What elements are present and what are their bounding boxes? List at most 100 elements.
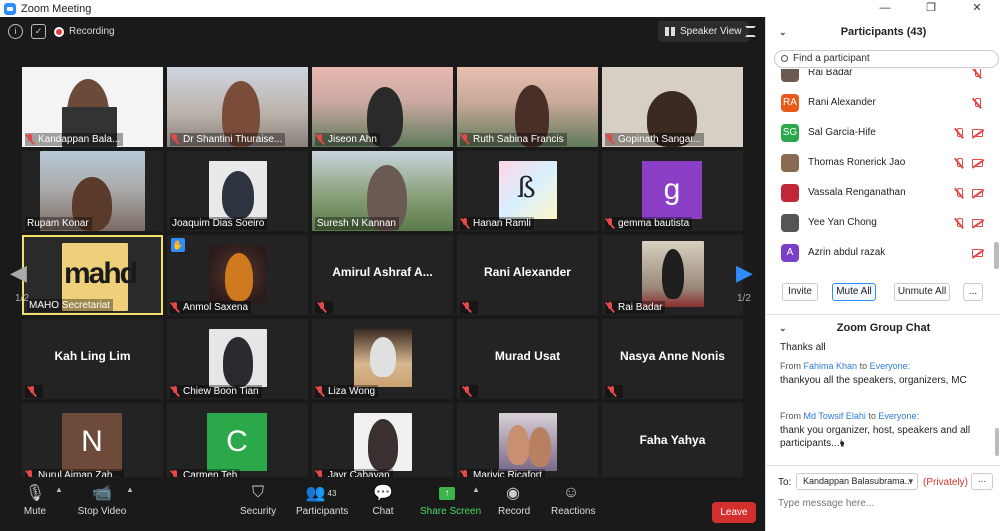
signature-logo: ß <box>517 171 536 204</box>
participant-row[interactable]: Thomas Ronerick Jao <box>766 149 993 179</box>
video-tile[interactable]: Rupam Konar <box>22 151 163 231</box>
participant-row[interactable]: Yee Yan Chong <box>766 209 993 239</box>
video-tile[interactable]: N Nurul Aiman Zah... <box>22 403 163 483</box>
video-tile[interactable]: Joaquim Dias Soeiro <box>167 151 308 231</box>
tile-big-name: Faha Yahya <box>639 433 706 447</box>
video-tile[interactable]: Kah Ling Lim <box>22 319 163 399</box>
tile-big-name: Amirul Ashraf A... <box>332 265 433 279</box>
video-tile[interactable]: Nasya Anne Nonis <box>602 319 743 399</box>
invite-button[interactable]: Invite <box>782 283 818 301</box>
participant-avatar <box>781 69 799 82</box>
page-indicator-right: 1/2 <box>737 293 751 304</box>
chat-recipient[interactable]: Everyone: <box>870 361 911 371</box>
fullscreen-icon[interactable] <box>745 26 756 37</box>
participant-face <box>222 171 254 219</box>
minimize-button[interactable]: — <box>862 0 908 17</box>
shield-icon[interactable]: ✓ <box>31 24 46 39</box>
tile-big-name: Rani Alexander <box>484 265 571 279</box>
video-tile[interactable]: Rai Badar <box>602 235 743 315</box>
chat-button[interactable]: 💬 Chat <box>370 481 396 517</box>
share-screen-button[interactable]: ↑ Share Screen <box>420 481 481 517</box>
record-icon: ◉ <box>506 485 520 502</box>
video-tile[interactable]: ✋ Anmol Saxena <box>167 235 308 315</box>
unmute-all-button[interactable]: Unmute All <box>894 283 950 301</box>
tile-name: MAHO Secretariat <box>27 299 114 312</box>
video-tile[interactable]: Jiseon Ahn <box>312 67 453 147</box>
leave-button[interactable]: Leave <box>712 502 756 523</box>
chat-sender[interactable]: Md Towsif Elahi <box>804 411 866 421</box>
chat-more-button[interactable]: ... <box>971 473 993 490</box>
chat-message-input[interactable] <box>778 495 993 513</box>
video-tile[interactable]: C Carmen Teh <box>167 403 308 483</box>
video-tile[interactable]: Dr Shantini Thuraise... <box>167 67 308 147</box>
video-tile[interactable]: Murad Usat <box>457 319 598 399</box>
record-button[interactable]: ◉ Record <box>498 481 530 517</box>
muted-mic-icon <box>27 386 37 397</box>
video-tile[interactable]: Gopinath Sangar... <box>602 67 743 147</box>
participant-avatar <box>781 154 799 172</box>
reactions-button[interactable]: ☺ Reactions <box>551 481 595 517</box>
microphone-icon: 🎙 <box>24 485 46 502</box>
chat-message: Thanks all <box>780 342 826 353</box>
recording-indicator[interactable]: Recording <box>54 23 115 40</box>
collapse-chevron-icon[interactable]: ⌄ <box>779 17 787 47</box>
video-tile[interactable]: Jayr Cabayan <box>312 403 453 483</box>
stop-video-button[interactable]: 📹 Stop Video <box>77 481 127 517</box>
video-tile[interactable]: Faha Yahya <box>602 403 743 483</box>
video-tile[interactable]: Rani Alexander <box>457 235 598 315</box>
participants-button[interactable]: 👥 43 Participants <box>296 481 348 517</box>
video-tile[interactable]: Suresh N Kannan <box>312 151 453 231</box>
tile-name <box>25 385 43 398</box>
video-tile[interactable]: Liza Wong <box>312 319 453 399</box>
video-tile[interactable]: Chiew Boon Tian <box>167 319 308 399</box>
video-tile[interactable]: ß Hanan Ramli <box>457 151 598 231</box>
video-tile[interactable]: Amirul Ashraf A... <box>312 235 453 315</box>
video-tile[interactable]: g gemma bautista <box>602 151 743 231</box>
tile-name: Liza Wong <box>315 385 379 398</box>
security-button[interactable]: ⛉ Security <box>240 481 276 517</box>
participant-face <box>225 253 253 301</box>
chat-recipient-select[interactable]: Kandappan Balasubrama... <box>796 473 918 490</box>
participant-face <box>662 249 684 299</box>
participant-search-input[interactable]: Find a participant <box>774 50 999 68</box>
scrollbar-thumb[interactable] <box>995 428 999 456</box>
participant-row[interactable]: A Azrin abdul razak <box>766 239 993 269</box>
muted-mic-icon <box>605 134 615 145</box>
share-options-chevron-icon[interactable]: ▲ <box>472 485 480 494</box>
speaker-view-button[interactable]: Speaker View <box>658 21 749 42</box>
mute-button[interactable]: 🎙 Mute <box>20 481 50 517</box>
more-options-button[interactable]: ... <box>963 283 983 301</box>
info-icon[interactable]: i <box>8 24 23 39</box>
chat-sender[interactable]: Fahima Khan <box>804 361 858 371</box>
video-tile-active-speaker[interactable]: mahd MAHO Secretariat <box>22 235 163 315</box>
tile-name: Anmol Saxena <box>170 301 252 314</box>
muted-mic-icon <box>317 302 327 313</box>
video-tile[interactable]: Kandappan Bala... <box>22 67 163 147</box>
muted-mic-icon <box>954 128 964 139</box>
video-tile[interactable]: Ruth Sabina Francis <box>457 67 598 147</box>
participant-row[interactable]: RA Rani Alexander <box>766 89 993 119</box>
chat-scrollbar[interactable] <box>995 340 999 460</box>
tile-name: Kandappan Bala... <box>25 133 124 146</box>
collapse-chevron-icon[interactable]: ⌄ <box>779 317 787 339</box>
mute-all-button[interactable]: Mute All <box>832 283 876 301</box>
muted-mic-icon <box>972 69 982 79</box>
muted-mic-icon <box>170 134 180 145</box>
participant-row[interactable]: Rai Badar <box>766 69 993 89</box>
audio-options-chevron-icon[interactable]: ▲ <box>55 485 63 494</box>
previous-page-arrow-icon[interactable]: ◀ <box>10 260 27 286</box>
participants-scrollbar[interactable] <box>994 57 999 272</box>
participants-count: 43 <box>327 488 337 498</box>
participant-avatar: SG <box>781 124 799 142</box>
maximize-button[interactable]: ❐ <box>908 0 954 17</box>
participant-row[interactable]: SG Sal Garcia-Hife <box>766 119 993 149</box>
scrollbar-thumb[interactable] <box>994 242 999 269</box>
participant-row[interactable]: Vassala Renganathan <box>766 179 993 209</box>
close-window-button[interactable]: ✕ <box>954 0 1000 17</box>
video-tile[interactable]: Marivic Ricafort <box>457 403 598 483</box>
next-page-arrow-icon[interactable]: ▶ <box>736 260 753 286</box>
tile-big-name: Murad Usat <box>494 349 561 363</box>
chat-recipient[interactable]: Everyone: <box>878 411 919 421</box>
video-options-chevron-icon[interactable]: ▲ <box>126 485 134 494</box>
window-controls: — ❐ ✕ <box>862 0 1000 17</box>
